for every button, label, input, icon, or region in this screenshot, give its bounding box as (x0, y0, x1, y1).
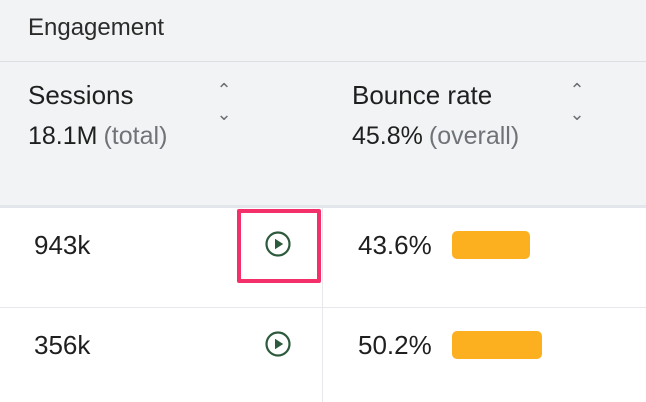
cell-divider (322, 308, 323, 402)
engagement-table: Engagement Sessions 18.1M (total) ⌃ ⌄ Bou… (0, 0, 646, 402)
sort-ascending-icon[interactable]: ⌃ (214, 82, 234, 100)
group-title: Engagement (28, 14, 165, 41)
sessions-cell: 943k (34, 230, 91, 260)
sessions-cell: 356k (34, 330, 91, 360)
bounce-rate-overall: 45.8% (overall) (352, 122, 519, 151)
sessions-sort-toggle[interactable]: ⌃ ⌄ (214, 82, 234, 126)
bounce-rate-overall-value: 45.8% (352, 122, 423, 150)
sessions-total-label: (total) (103, 122, 168, 150)
play-icon[interactable] (264, 230, 292, 258)
bounce-rate-cell: 43.6% (358, 230, 432, 260)
bounce-rate-bar (452, 331, 542, 359)
sessions-total: 18.1M (total) (28, 122, 167, 151)
bounce-rate-sort-toggle[interactable]: ⌃ ⌄ (567, 82, 587, 126)
bounce-rate-column-title: Bounce rate (352, 80, 493, 110)
group-header: Engagement (0, 0, 646, 62)
sessions-column-title: Sessions (28, 80, 134, 110)
bounce-rate-bar (452, 231, 530, 259)
bounce-rate-overall-label: (overall) (428, 122, 520, 150)
sessions-column-header[interactable]: Sessions 18.1M (total) ⌃ ⌄ (0, 62, 322, 208)
play-icon[interactable] (264, 330, 292, 358)
cell-divider (322, 208, 323, 307)
sessions-total-value: 18.1M (28, 122, 98, 150)
table-row: 356k 50.2% (0, 308, 646, 402)
table-row: 943k 43.6% (0, 208, 646, 308)
bounce-rate-cell: 50.2% (358, 330, 432, 360)
sort-descending-icon[interactable]: ⌄ (567, 106, 587, 124)
bounce-rate-column-header[interactable]: Bounce rate 45.8% (overall) ⌃ ⌄ (322, 62, 646, 208)
sort-descending-icon[interactable]: ⌄ (214, 106, 234, 124)
sort-ascending-icon[interactable]: ⌃ (567, 82, 587, 100)
